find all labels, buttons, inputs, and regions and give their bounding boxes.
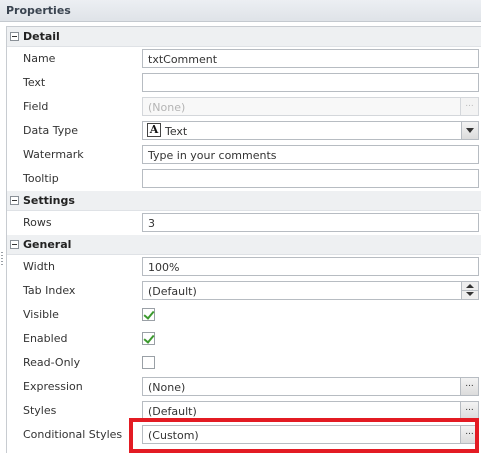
- field-value: (None): [148, 101, 186, 114]
- expression-browse-button[interactable]: ...: [460, 378, 478, 395]
- rows-label: Rows: [23, 216, 52, 229]
- property-row-read-only: Read-Only: [7, 351, 481, 375]
- collapse-icon[interactable]: [10, 196, 19, 205]
- chevron-down-icon[interactable]: [461, 122, 478, 139]
- read-only-checkbox[interactable]: [142, 356, 155, 369]
- enabled-label: Enabled: [23, 332, 68, 345]
- watermark-label: Watermark: [23, 148, 84, 161]
- collapse-icon[interactable]: [10, 32, 19, 41]
- width-input[interactable]: 100%: [142, 257, 479, 276]
- name-label: Name: [23, 52, 56, 65]
- name-input[interactable]: txtComment: [142, 49, 479, 68]
- tab-index-value: (Default): [148, 285, 197, 298]
- rows-value: 3: [148, 217, 155, 230]
- collapse-icon[interactable]: [10, 240, 19, 249]
- visible-label: Visible: [23, 308, 59, 321]
- section-general-label: General: [23, 238, 72, 251]
- width-label: Width: [23, 260, 55, 273]
- spinner-control: [461, 282, 478, 299]
- checkmark-icon: [143, 308, 155, 320]
- rows-input[interactable]: 3: [142, 213, 479, 232]
- tab-index-stepper[interactable]: (Default): [142, 281, 479, 300]
- name-value: txtComment: [148, 53, 218, 66]
- property-row-enabled: Enabled: [7, 327, 481, 351]
- expression-label: Expression: [23, 380, 83, 393]
- property-row-rows: Rows 3: [7, 211, 481, 235]
- field-label: Field: [23, 100, 49, 113]
- property-row-field: Field (None) ...: [7, 95, 481, 119]
- property-row-name: Name txtComment: [7, 47, 481, 71]
- data-type-label: Data Type: [23, 124, 79, 137]
- property-row-text: Text: [7, 71, 481, 95]
- property-row-data-type: Data Type A Text: [7, 119, 481, 143]
- field-browse-button: ...: [460, 98, 478, 115]
- property-row-watermark: Watermark Type in your comments: [7, 143, 481, 167]
- width-value: 100%: [148, 261, 180, 274]
- tooltip-label: Tooltip: [23, 172, 59, 185]
- read-only-label: Read-Only: [23, 356, 81, 369]
- spin-down-icon[interactable]: [462, 290, 478, 298]
- styles-browse-button[interactable]: ...: [460, 402, 478, 419]
- enabled-checkbox[interactable]: [142, 332, 155, 345]
- text-input[interactable]: [142, 73, 479, 92]
- text-label: Text: [23, 76, 46, 89]
- styles-value: (Default): [148, 405, 197, 418]
- section-detail[interactable]: Detail: [7, 27, 481, 47]
- checkmark-icon: [143, 332, 155, 344]
- section-settings-label: Settings: [23, 194, 75, 207]
- section-general[interactable]: General: [7, 235, 481, 255]
- data-type-select[interactable]: A Text: [142, 121, 479, 140]
- expression-value: (None): [148, 381, 186, 394]
- watermark-value: Type in your comments: [148, 149, 277, 162]
- properties-panel-header: Properties: [0, 0, 481, 22]
- tab-index-label: Tab Index: [23, 284, 76, 297]
- expression-input[interactable]: (None) ...: [142, 377, 479, 396]
- tooltip-input[interactable]: [142, 169, 479, 188]
- resize-handle[interactable]: [1, 252, 3, 266]
- data-type-value: Text: [165, 125, 188, 138]
- styles-label: Styles: [23, 404, 57, 417]
- property-row-width: Width 100%: [7, 255, 481, 279]
- field-input: (None) ...: [142, 97, 479, 116]
- conditional-styles-label: Conditional Styles: [23, 428, 123, 441]
- highlight-annotation: [129, 418, 479, 453]
- text-type-icon: A: [147, 123, 161, 137]
- property-row-visible: Visible: [7, 303, 481, 327]
- property-row-tooltip: Tooltip: [7, 167, 481, 191]
- section-settings[interactable]: Settings: [7, 191, 481, 211]
- section-detail-label: Detail: [23, 30, 60, 43]
- property-row-expression: Expression (None) ...: [7, 375, 481, 399]
- visible-checkbox[interactable]: [142, 308, 155, 321]
- property-row-tab-index: Tab Index (Default): [7, 279, 481, 303]
- panel-title: Properties: [6, 4, 71, 17]
- watermark-input[interactable]: Type in your comments: [142, 145, 479, 164]
